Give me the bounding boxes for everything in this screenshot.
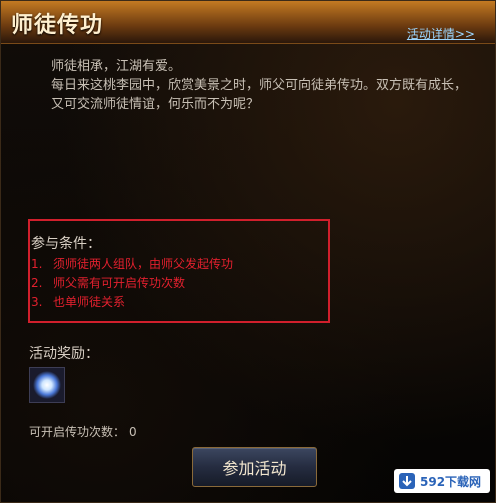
- condition-text: 师父需有可开启传功次数: [53, 276, 186, 290]
- available-count: 可开启传功次数： 0: [29, 423, 137, 440]
- watermark-text: 592下载网: [420, 474, 482, 489]
- condition-number: 3.: [31, 295, 43, 309]
- join-activity-button[interactable]: 参加活动: [192, 447, 317, 487]
- condition-item: 1. 须师徒两人组队，由师父发起传功: [31, 255, 321, 274]
- conditions-list: 1. 须师徒两人组队，由师父发起传功 2. 师父需有可开启传功次数 3. 也单师…: [31, 255, 321, 312]
- available-count-label: 可开启传功次数：: [29, 425, 126, 439]
- condition-text: 须师徒两人组队，由师父发起传功: [53, 257, 234, 271]
- title-bar: 师徒传功 活动详情>>: [1, 1, 495, 44]
- condition-number: 2.: [31, 276, 43, 290]
- condition-item: 3. 也单师徒关系: [31, 293, 321, 312]
- download-site-logo-icon: [399, 473, 415, 489]
- activity-window: 师徒传功 活动详情>> 师徒相承，江湖有爱。 每日来这桃李园中，欣赏美景之时，师…: [0, 0, 496, 503]
- intro-text: 师徒相承，江湖有爱。 每日来这桃李园中，欣赏美景之时，师父可向徒弟传功。双方既有…: [29, 57, 479, 114]
- glowing-orb-icon: [33, 371, 61, 399]
- intro-line-1: 师徒相承，江湖有爱。: [51, 59, 182, 74]
- condition-item: 2. 师父需有可开启传功次数: [31, 274, 321, 293]
- reward-item-slot[interactable]: [29, 367, 65, 403]
- available-count-value: 0: [129, 425, 137, 439]
- window-title: 师徒传功: [11, 13, 104, 38]
- conditions-label: 参与条件：: [31, 236, 101, 252]
- site-watermark: 592下载网: [394, 469, 490, 493]
- intro-line-2: 每日来这桃李园中，欣赏美景之时，师父可向徒弟传功。双方既有成长，又可交流师徒情谊…: [51, 78, 468, 112]
- condition-number: 1.: [31, 257, 43, 271]
- rewards-label: 活动奖励：: [29, 346, 99, 362]
- condition-text: 也单师徒关系: [53, 295, 126, 309]
- activity-details-link[interactable]: 活动详情>>: [407, 25, 475, 42]
